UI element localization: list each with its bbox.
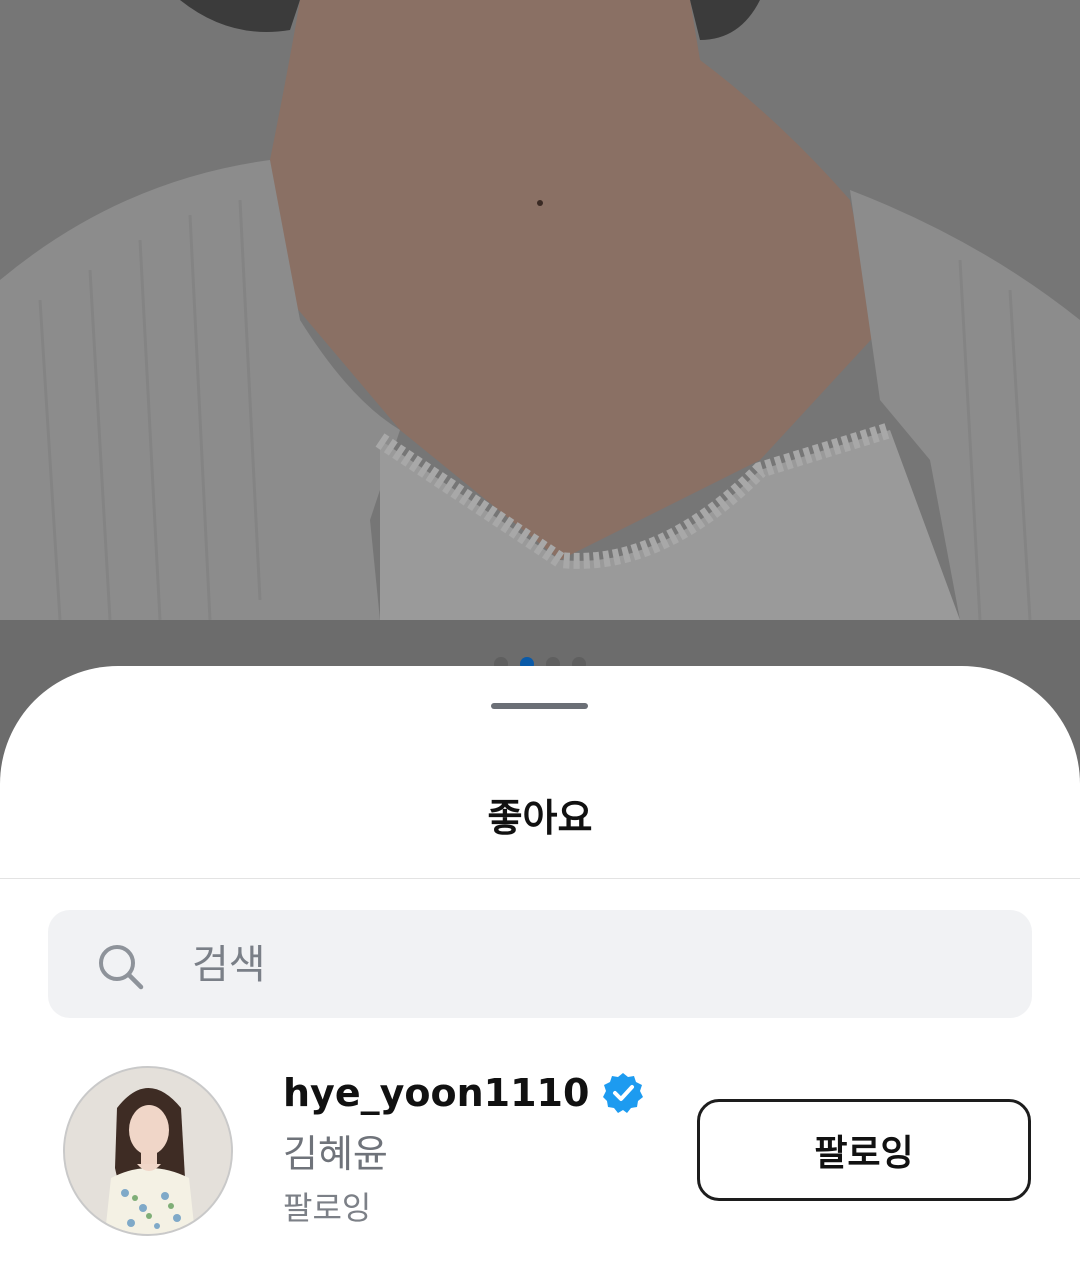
likes-screen: 좋아요 검색 hye_yoon1110 김혜윤 팔로잉 팔로잉 (0, 0, 1080, 1262)
following-button[interactable]: 팔로잉 (697, 1099, 1031, 1201)
relationship-status: 팔로잉 (283, 1189, 372, 1227)
username[interactable]: hye_yoon1110 (283, 1071, 589, 1115)
sheet-drag-handle[interactable] (491, 703, 588, 709)
list-item[interactable]: hye_yoon1110 김혜윤 팔로잉 팔로잉 (0, 1064, 1080, 1236)
post-photo (0, 0, 1080, 620)
search-icon (99, 945, 144, 990)
likes-bottom-sheet: 좋아요 검색 hye_yoon1110 김혜윤 팔로잉 팔로잉 (0, 666, 1080, 1262)
sheet-title: 좋아요 (487, 796, 593, 840)
username-line[interactable]: hye_yoon1110 (283, 1064, 645, 1122)
verified-badge-icon (603, 1073, 644, 1113)
full-name: 김혜윤 (283, 1132, 388, 1176)
avatar[interactable] (63, 1066, 233, 1236)
divider (0, 878, 1080, 879)
search-input[interactable] (180, 930, 1024, 1000)
